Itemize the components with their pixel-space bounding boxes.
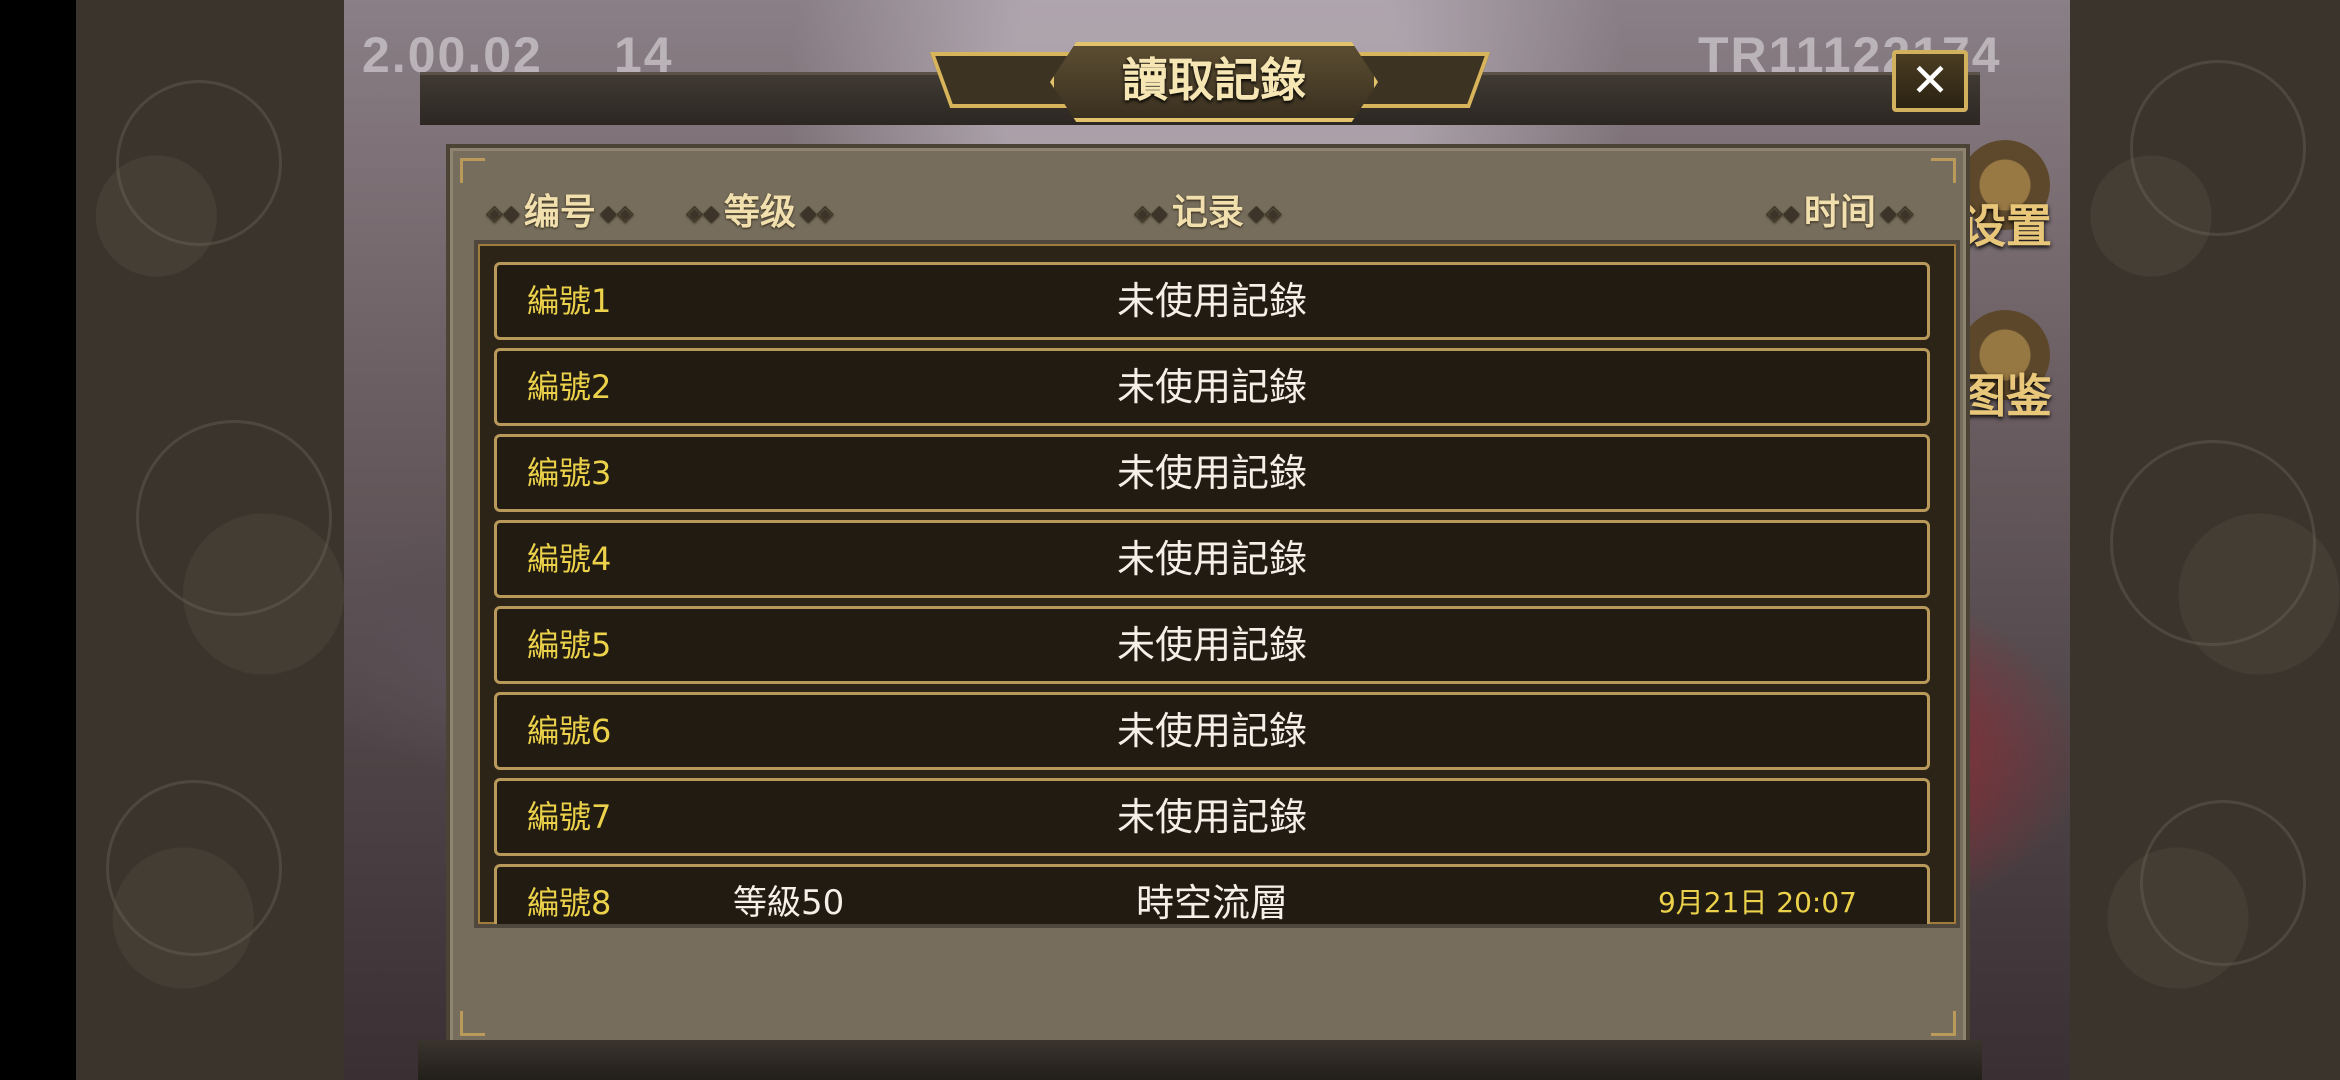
corner-ornament [1931,1011,1956,1036]
swirl-pattern [2130,60,2306,236]
swirl-pattern [136,420,332,616]
corner-ornament [460,158,485,183]
ornament-icon: ◈◆ [486,201,520,226]
record-slot-row[interactable]: 編號7 未使用記錄 [494,778,1930,856]
header-level-label: 等级 [723,192,796,233]
swirl-pattern [106,780,282,956]
slot-record: 未使用記錄 [1116,709,1307,753]
slot-record: 未使用記錄 [1116,279,1307,323]
slot-time: 9月21日 20:07 [1657,886,1857,919]
swirl-pattern [2110,440,2316,646]
slot-record: 未使用記錄 [1116,795,1307,839]
record-slot-row[interactable]: 編號4 未使用記錄 [494,520,1930,598]
dialog-title: 讀取記錄 [1122,53,1306,107]
right-side-decoration [2070,0,2340,1080]
slot-record: 未使用記錄 [1116,451,1307,495]
settings-label: 设置 [1960,199,2052,253]
slot-record: 未使用記錄 [1116,623,1307,667]
record-slot-row[interactable]: 編號3 未使用記錄 [494,434,1930,512]
ornament-icon: ◈◆ [686,201,720,226]
game-screen: 2.00.02 14 TR11122174 设置 图鉴 讀取記錄 ✕ ◈◆ 编号 ◆… [0,0,2340,1080]
swirl-pattern [2140,800,2306,966]
ornament-icon: ◆◈ [1247,201,1282,226]
close-icon: ✕ [1910,53,1950,107]
slot-record: 未使用記錄 [1116,537,1307,581]
record-slot-row[interactable]: 編號5 未使用記錄 [494,606,1930,684]
ornament-icon: ◈◆ [1134,201,1168,226]
left-side-decoration [76,0,344,1080]
header-record: ◈◆ 记录 ◆◈ [1130,188,1286,238]
dialog-title-plate: 讀取記錄 [929,42,1491,122]
corner-ornament [1931,158,1956,183]
record-list[interactable]: 編號1 未使用記錄 編號2 未使用記錄 編號3 未使用記錄 編號4 未使用記錄 … [474,240,1960,928]
header-level: ◈◆ 等级 ◆◈ [682,188,838,238]
corner-ornament [460,1011,485,1036]
header-record-label: 记录 [1171,192,1244,233]
record-slot-row[interactable]: 編號6 未使用記錄 [494,692,1930,770]
close-button[interactable]: ✕ [1892,50,1968,112]
record-slot-row[interactable]: 編號8 等級50 時空流層 9月21日 20:07 [494,864,1930,924]
ornament-icon: ◆◈ [1879,201,1914,226]
header-time: ◈◆ 时间 ◆◈ [1762,188,1918,238]
ornament-icon: ◈◆ [1766,201,1800,226]
header-number: ◈◆ 编号 ◆◈ [482,188,638,238]
record-slot-row[interactable]: 編號1 未使用記錄 [494,262,1930,340]
dialog-bottom-bar [418,1040,1982,1080]
slot-record: 未使用記錄 [1116,365,1307,409]
ornament-icon: ◆◈ [599,201,634,226]
record-slot-row[interactable]: 編號2 未使用記錄 [494,348,1930,426]
header-number-label: 编号 [523,192,596,233]
ornament-icon: ◆◈ [799,201,834,226]
codex-button[interactable]: 图鉴 [1960,310,2070,430]
header-time-label: 时间 [1803,192,1876,233]
settings-button[interactable]: 设置 [1960,140,2070,260]
codex-label: 图鉴 [1960,369,2052,423]
swirl-pattern [116,80,282,246]
